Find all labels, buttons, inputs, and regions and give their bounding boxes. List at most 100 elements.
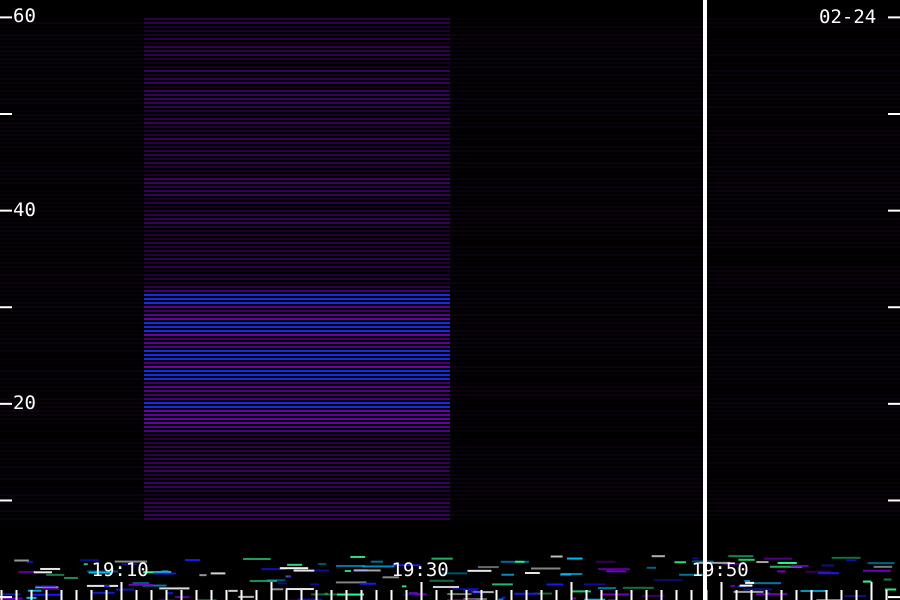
frequency-band [705,246,900,248]
frequency-band [144,158,450,160]
frequency-band [144,438,450,440]
frequency-band [450,42,705,44]
frequency-band [0,290,144,292]
frequency-band [450,238,705,240]
frequency-band [705,310,900,312]
frequency-band [705,34,900,36]
noise-streak [159,587,190,590]
frequency-band [450,86,705,88]
noise-streak [477,566,499,569]
frequency-band [0,494,144,496]
frequency-band [705,174,900,176]
frequency-band [144,162,450,164]
frequency-band [450,314,705,316]
frequency-band [144,118,450,120]
noise-streak [646,566,656,569]
frequency-band [144,310,450,312]
frequency-band [705,202,900,204]
frequency-band [705,190,900,192]
frequency-band [450,62,705,64]
frequency-band [450,326,705,328]
frequency-band [705,478,900,480]
frequency-band [0,314,144,316]
frequency-band [705,318,900,320]
noise-streak [336,593,364,596]
frequency-band [144,42,450,44]
noise-streak [863,569,891,572]
frequency-band [705,402,900,404]
frequency-band [144,110,450,112]
frequency-band [705,30,900,32]
frequency-band [705,134,900,136]
frequency-band [144,194,450,196]
noise-streak [63,576,78,579]
noise-streak [2,593,21,596]
frequency-band [144,178,450,180]
frequency-band [450,194,705,196]
frequency-band [450,218,705,220]
frequency-band [0,518,144,520]
frequency-band [0,342,144,344]
frequency-band [450,98,705,100]
x-tick-label: 19:10 [91,559,149,581]
frequency-band [0,146,144,148]
frequency-band [144,422,450,424]
noise-streak [35,585,57,588]
frequency-band [450,490,705,492]
noise-streak [595,560,616,563]
frequency-band [144,58,450,60]
noise-streak [566,557,583,560]
frequency-band [450,422,705,424]
frequency-band [144,394,450,396]
frequency-band [144,490,450,492]
x-tick-label: 19:50 [691,559,749,581]
frequency-band [450,458,705,460]
frequency-band [144,22,450,24]
noise-streak [33,571,52,574]
frequency-band [450,386,705,388]
noise-streak [344,569,351,572]
frequency-band [705,518,900,520]
frequency-band [144,462,450,464]
noise-streak [546,583,564,586]
frequency-band [144,302,450,304]
noise-streak [622,586,654,589]
frequency-band [0,186,144,188]
frequency-band [0,286,144,288]
frequency-band [144,70,450,72]
frequency-band [144,334,450,336]
frequency-band [705,102,900,104]
frequency-band [0,294,144,296]
frequency-band [0,62,144,64]
frequency-band [705,494,900,496]
frequency-band [705,270,900,272]
frequency-band [705,94,900,96]
frequency-band [450,130,705,132]
frequency-band [144,454,450,456]
frequency-band [144,278,450,280]
frequency-band [144,234,450,236]
frequency-band [0,126,144,128]
frequency-band [0,274,144,276]
frequency-band [450,470,705,472]
frequency-band [0,122,144,124]
frequency-band [0,58,144,60]
frequency-band [144,130,450,132]
frequency-band [450,342,705,344]
frequency-band [450,354,705,356]
frequency-band [705,378,900,380]
noise-streak [353,569,381,572]
frequency-band [705,366,900,368]
frequency-band [144,446,450,448]
frequency-band [705,242,900,244]
frequency-band [450,206,705,208]
noise-streak [318,563,327,566]
noise-streak [743,588,772,591]
frequency-band [705,326,900,328]
frequency-band [450,358,705,360]
frequency-band [450,94,705,96]
frequency-band [705,470,900,472]
frequency-band [0,86,144,88]
frequency-band [450,462,705,464]
frequency-band [0,366,144,368]
